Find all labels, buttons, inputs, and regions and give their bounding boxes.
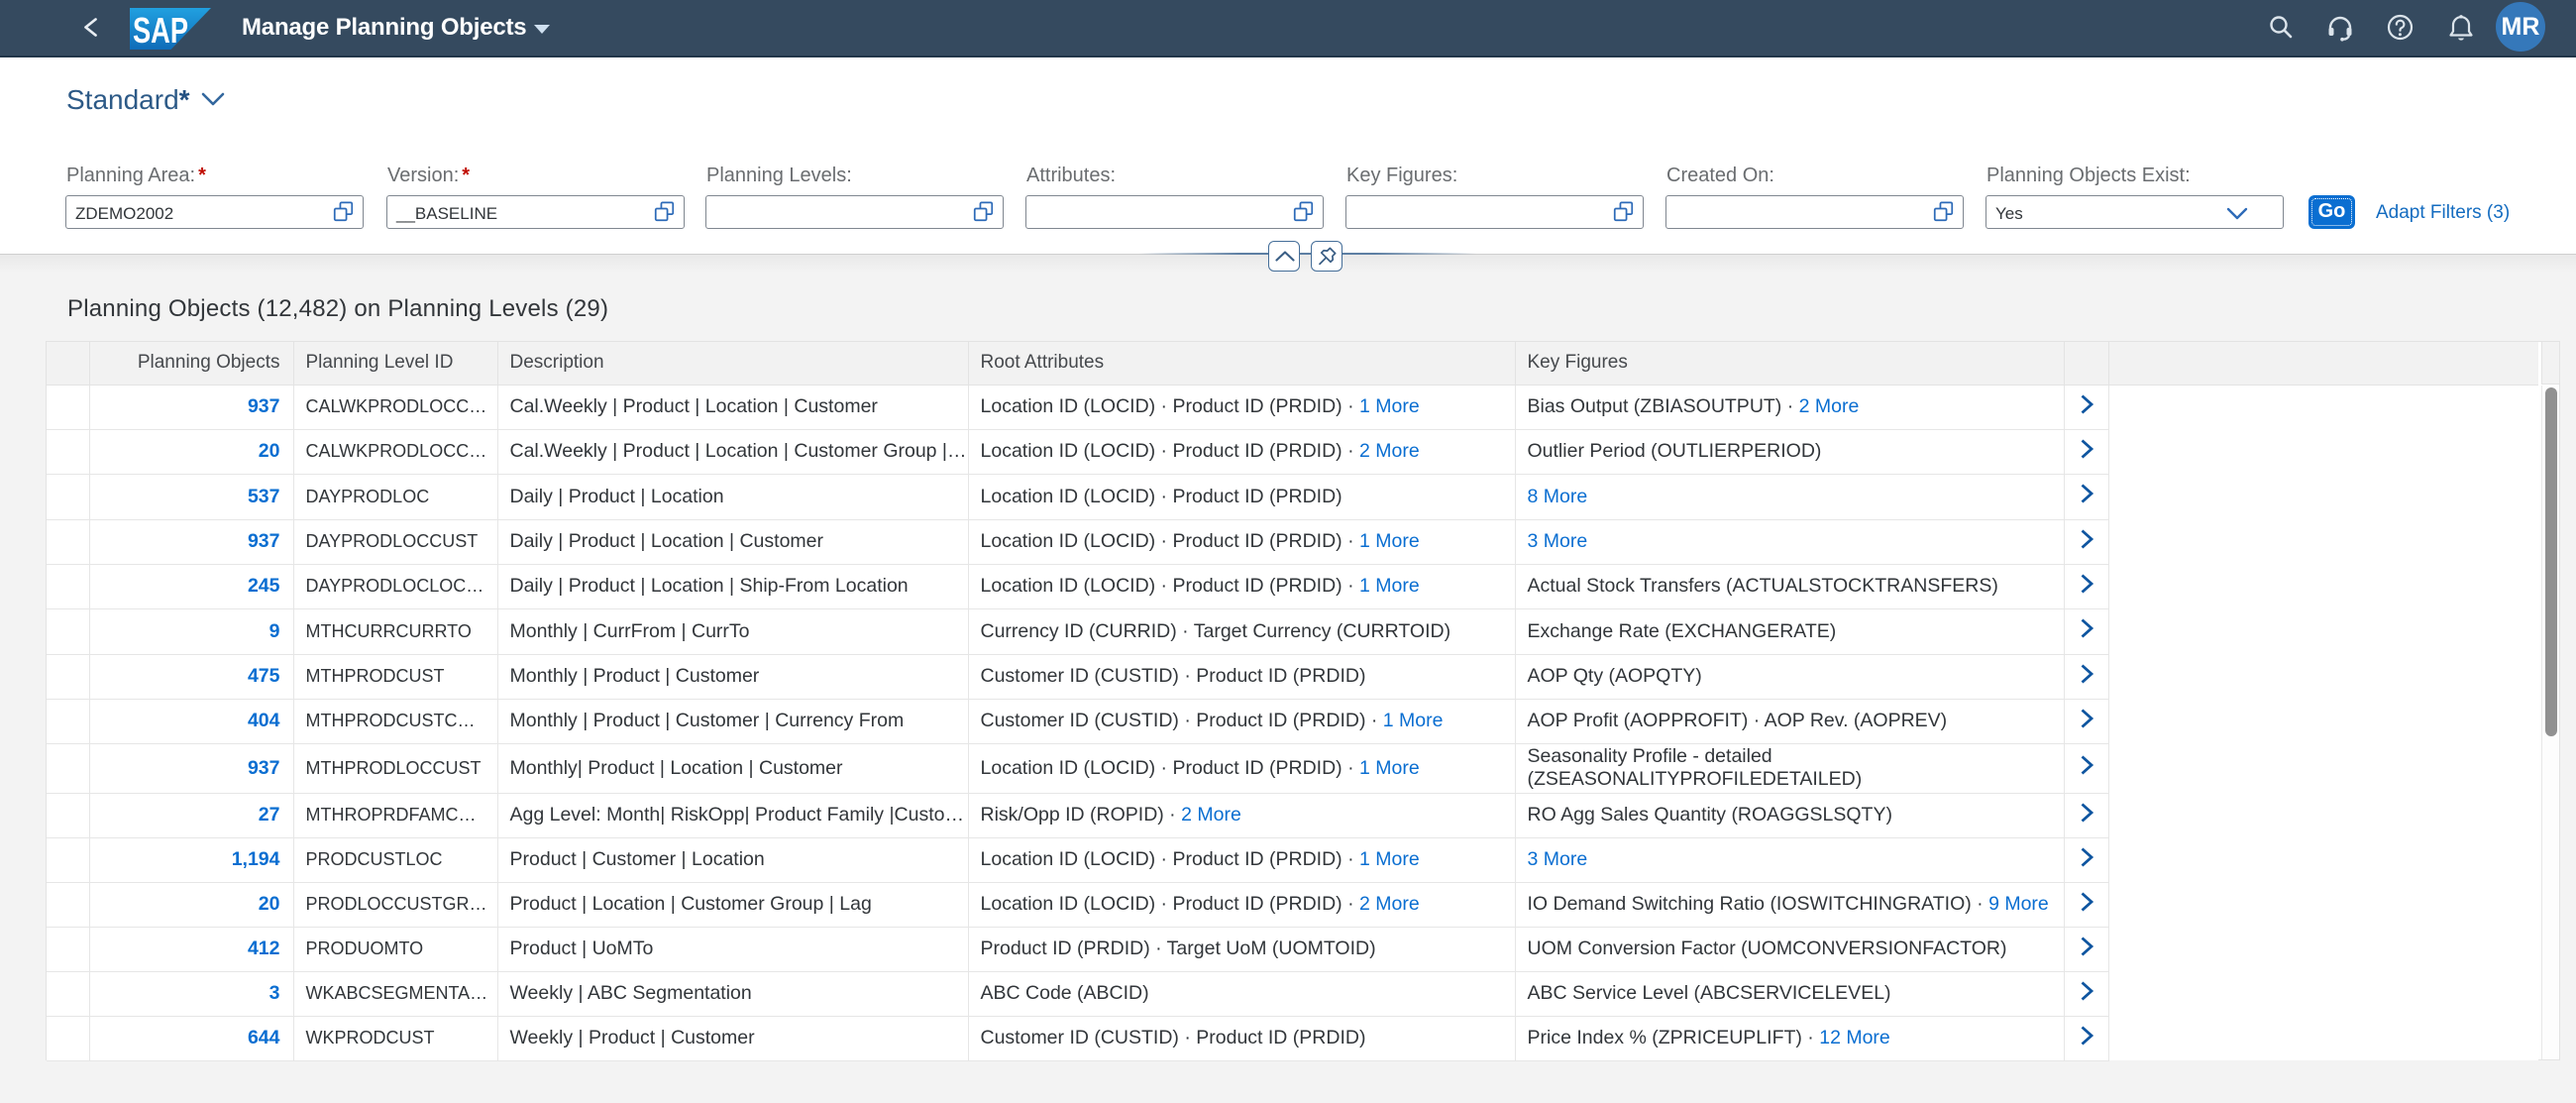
- svg-text:SAP: SAP: [133, 10, 188, 50]
